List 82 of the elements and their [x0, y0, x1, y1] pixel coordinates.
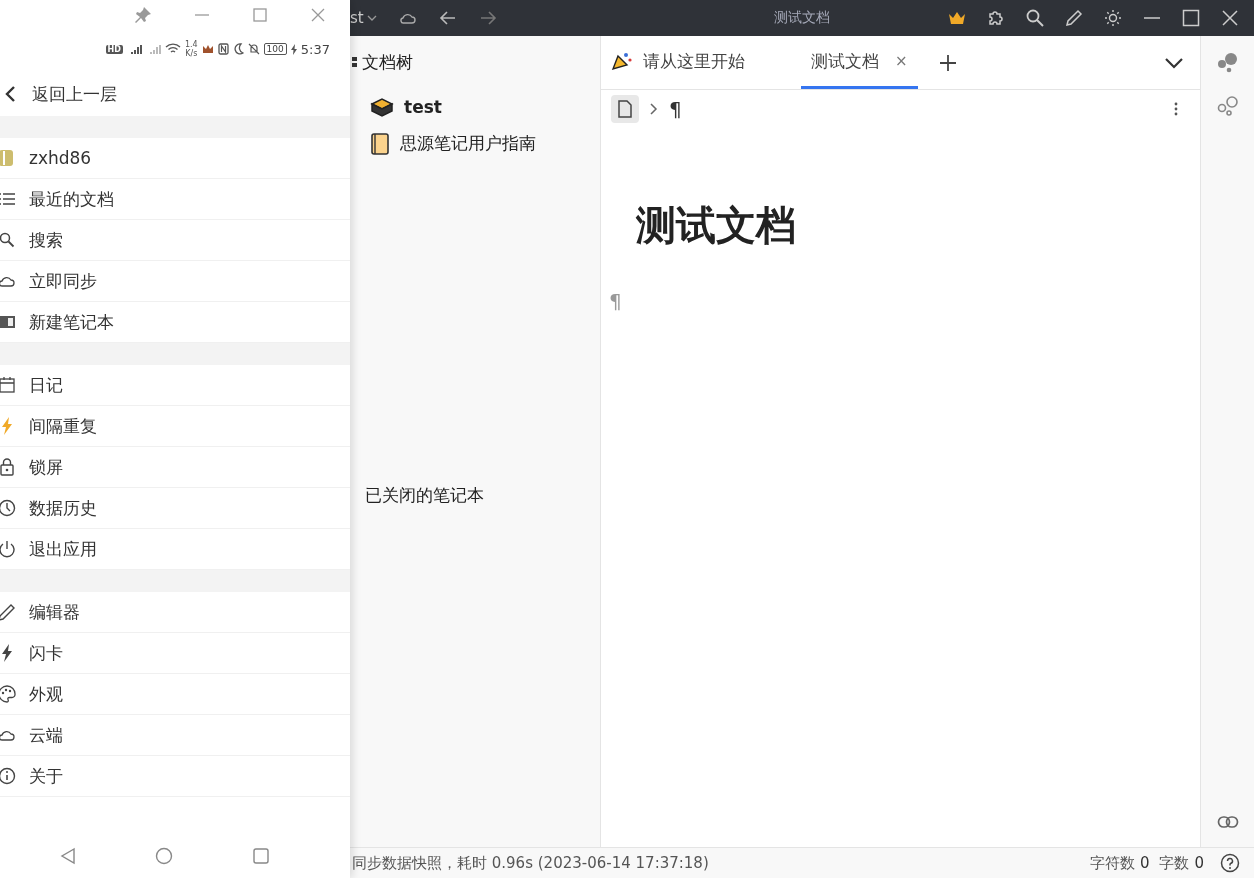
- maximize-icon[interactable]: [1181, 8, 1201, 28]
- pin-icon[interactable]: [134, 6, 152, 24]
- workspace-button[interactable]: st: [350, 9, 377, 27]
- forward-arrow-icon[interactable]: [478, 10, 497, 26]
- list-icon: [0, 191, 17, 207]
- menu-item[interactable]: 日记: [0, 365, 350, 406]
- power-icon: [0, 540, 17, 558]
- back-button[interactable]: 返回上一层: [0, 72, 350, 116]
- document-title[interactable]: 测试文档: [636, 198, 1192, 253]
- menu-item[interactable]: 立即同步: [0, 261, 350, 302]
- box-icon: [370, 95, 394, 118]
- notebook-item[interactable]: 思源笔记用户指南: [350, 125, 600, 162]
- chevron-right-icon: [649, 102, 659, 116]
- battery-level: 100: [263, 43, 287, 55]
- sun-icon[interactable]: [1103, 8, 1123, 28]
- caret-down-icon: [366, 14, 377, 22]
- menu-item[interactable]: zxhd86: [0, 138, 350, 179]
- link-icon[interactable]: [1216, 815, 1239, 829]
- menu-item[interactable]: 搜索: [0, 220, 350, 261]
- document-icon: [617, 100, 633, 118]
- tab[interactable]: 请从这里开始: [611, 36, 757, 89]
- document-button[interactable]: [611, 95, 639, 123]
- help-icon[interactable]: [1220, 853, 1240, 873]
- panel-title: 文档树: [362, 50, 413, 74]
- search-icon: [0, 232, 17, 248]
- app-notification-icon: [201, 44, 214, 54]
- status-message: 同步数据快照，耗时 0.96s (2023-06-14 17:37:18): [351, 853, 709, 873]
- menu-item[interactable]: 最近的文档: [0, 179, 350, 220]
- bubbles-outline-icon[interactable]: [1215, 95, 1240, 117]
- add-tab-icon[interactable]: [937, 52, 958, 73]
- tree-icon: [352, 55, 358, 69]
- history-icon: [0, 499, 17, 517]
- menu-item[interactable]: 编辑器: [0, 592, 350, 633]
- menu-item[interactable]: 锁屏: [0, 447, 350, 488]
- char-count-label: 字符数: [1089, 853, 1135, 873]
- home-circle-icon[interactable]: [155, 847, 173, 865]
- moon-icon: [232, 43, 244, 55]
- closed-notebooks-label[interactable]: 已关闭的笔记本: [350, 484, 600, 507]
- menu-item[interactable]: 间隔重复: [0, 406, 350, 447]
- pencil-icon: [0, 603, 17, 621]
- menu-item[interactable]: 关于: [0, 756, 350, 797]
- lock-icon: [0, 458, 17, 476]
- menu-item[interactable]: 外观: [0, 674, 350, 715]
- cloud-icon[interactable]: [398, 11, 417, 25]
- tab-close-button[interactable]: ×: [895, 52, 908, 70]
- party-icon: [611, 51, 633, 71]
- puzzle-icon[interactable]: [986, 8, 1006, 28]
- menu-item[interactable]: 云端: [0, 715, 350, 756]
- clock-time: 5:37: [300, 41, 330, 57]
- search-icon[interactable]: [1025, 8, 1045, 28]
- bubbles-icon[interactable]: [1215, 51, 1240, 73]
- recents-square-icon[interactable]: [252, 847, 271, 865]
- crown-icon[interactable]: [947, 10, 967, 26]
- pencil-icon[interactable]: [1064, 8, 1084, 28]
- cloud-icon: [0, 728, 17, 742]
- palette-icon: [0, 685, 17, 703]
- back-triangle-icon[interactable]: [59, 847, 76, 865]
- char-count: 0: [1139, 854, 1150, 872]
- word-count-label: 字数: [1159, 853, 1190, 873]
- menu-item[interactable]: 闪卡: [0, 633, 350, 674]
- cloud-icon: [0, 274, 17, 288]
- hd-badge: HD: [105, 44, 123, 54]
- new-notebook-icon: [0, 315, 17, 329]
- speed-unit: K/s: [185, 49, 198, 58]
- menu-item[interactable]: 数据历史: [0, 488, 350, 529]
- word-count: 0: [1194, 854, 1204, 872]
- notebook-item[interactable]: test: [350, 88, 600, 125]
- info-icon: [0, 767, 17, 785]
- back-arrow-icon[interactable]: [438, 10, 457, 26]
- calendar-icon: [0, 377, 17, 393]
- close-icon[interactable]: [1220, 8, 1240, 28]
- more-icon[interactable]: [1174, 102, 1178, 116]
- nfc-icon: [217, 43, 229, 55]
- chevron-down-icon[interactable]: [1164, 55, 1184, 70]
- breadcrumb-item[interactable]: ¶: [669, 97, 682, 121]
- tab[interactable]: 测试文档 ×: [801, 36, 918, 89]
- bell-off-icon: [247, 43, 260, 55]
- window-title: 测试文档: [774, 9, 830, 27]
- charging-icon: [290, 43, 297, 55]
- book-icon: [370, 131, 390, 156]
- wifi-icon: [164, 43, 181, 55]
- network-speed: 1.4: [184, 40, 198, 49]
